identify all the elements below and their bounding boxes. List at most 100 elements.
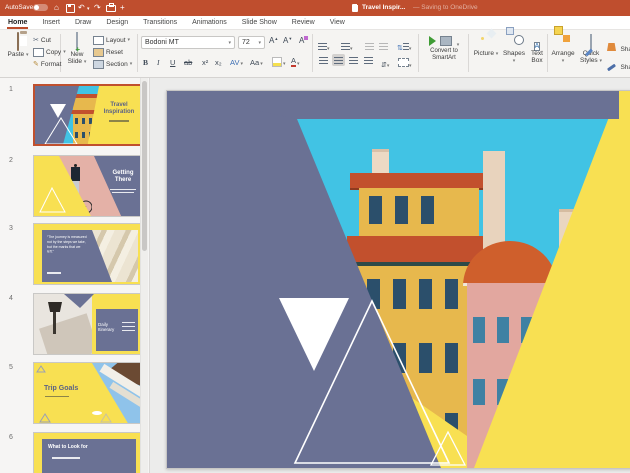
italic-button[interactable]: I [157,54,160,67]
print-icon[interactable] [106,5,116,12]
bullet-bar [122,322,135,323]
quick-styles-icon [590,34,592,53]
thumbnail-slide-2[interactable]: Getting There [33,155,143,217]
align-center-icon [334,57,343,64]
scrollbar-thumb[interactable] [142,81,147,251]
slide2-text-bar [110,189,136,190]
quick-styles-button[interactable]: Quick Styles ▾ [578,33,604,65]
increase-indent-icon [379,43,388,50]
thumbnail-scrollbar[interactable] [140,78,148,473]
powerpoint-window: AutoSave ⌂ ↶ ▾ ↷ + Travel Inspir... — Sa… [0,0,630,473]
underline-button[interactable]: U [170,54,175,67]
shape-fill-button[interactable]: Shape Fill [607,38,630,56]
align-right-button[interactable] [347,54,360,66]
white-filled-triangle[interactable] [279,298,349,371]
thumbnail-slide-5[interactable]: Trip Goals [33,362,143,424]
text-box-button[interactable]: A Text Box [527,33,547,64]
save-icon[interactable] [66,4,75,13]
tab-insert[interactable]: Insert [42,16,60,29]
arrange-button[interactable]: Arrange ▾ [550,33,576,64]
change-case-button[interactable]: Aa▾ [250,54,263,67]
character-spacing-button[interactable]: AV▾ [230,54,243,67]
superscript-button[interactable]: x² [202,54,208,67]
slide-number: 2 [9,157,13,164]
align-left-button[interactable] [317,54,330,66]
slide-small-buttons: Layout▾ Reset Section▾ [93,34,132,70]
thumbnail-slide-3[interactable]: “The journey is measured not by the step… [33,223,143,285]
autosave-toggle[interactable] [33,4,48,11]
tab-slideshow[interactable]: Slide Show [242,16,277,29]
font-color-button[interactable]: A▾ [291,54,300,67]
align-center-button[interactable] [332,54,345,66]
shape-outline-button[interactable]: Shape Outline [607,56,630,74]
ribbon-tab-bar: Home Insert Draw Design Transitions Anim… [0,16,630,30]
tab-design[interactable]: Design [106,16,128,29]
tab-transitions[interactable]: Transitions [143,16,177,29]
slide2-text-bar [112,192,134,193]
slide6-title: What to Look for [48,444,128,450]
slide5-title: Trip Goals [44,385,90,393]
clear-formatting-button[interactable]: A [299,36,308,45]
thumbnail-slide-6[interactable]: What to Look for [33,432,143,473]
lamp-head [48,302,62,312]
bullet-bar [122,330,135,331]
shapes-button[interactable]: Shapes ▾ [501,33,527,64]
bold-button[interactable]: B [143,54,148,67]
font-name-caret: ▾ [228,40,231,46]
reset-button[interactable]: Reset [93,46,132,58]
smartart-arrow-icon [429,36,436,46]
format-painter-button[interactable]: ✎Format [33,58,66,70]
line-spacing-button[interactable]: ⇅▾ [397,37,411,55]
tab-view[interactable]: View [330,16,345,29]
undo-icon[interactable]: ↶ [78,4,85,12]
paste-button[interactable]: Paste ▾ [5,33,31,58]
undo-dropdown-caret[interactable]: ▾ [87,6,90,12]
bullets-button[interactable]: ▾ [318,37,330,55]
document-title[interactable]: Travel Inspir... [362,4,405,11]
slide-thumbnail-panel: 1 Travel Inspiration 2 [0,78,149,473]
new-slide-button[interactable]: New Slide ▾ [63,33,91,66]
smartart-shape-icon [440,36,452,46]
title-bar: AutoSave ⌂ ↶ ▾ ↷ + Travel Inspir... — Sa… [0,0,630,16]
tab-animations[interactable]: Animations [192,16,227,29]
customize-toolbar-icon[interactable]: + [120,4,125,12]
text-direction-button[interactable]: ▾ [398,54,412,72]
increase-indent-button[interactable] [379,37,388,55]
tab-draw[interactable]: Draw [75,16,91,29]
convert-to-smartart-button[interactable]: ▾ Convert to SmartArt [420,33,468,62]
grow-font-button[interactable]: A▲ [269,36,278,45]
strikethrough-button[interactable]: ab [184,54,192,67]
decrease-indent-button[interactable] [365,37,374,55]
section-button[interactable]: Section▾ [93,58,132,70]
font-name-combo[interactable]: Bodoni MT▾ [141,36,235,49]
thumbnail-slide-4[interactable]: Daily Itinerary [33,293,143,355]
tab-home[interactable]: Home [8,16,27,29]
layout-button[interactable]: Layout▾ [93,34,132,46]
font-size-combo[interactable]: 72▾ [238,36,265,49]
columns-button[interactable]: ⇵▾ [381,54,389,72]
shrink-font-button[interactable]: A▼ [283,36,292,45]
justify-button[interactable] [362,54,375,66]
highlight-color-button[interactable]: ▾ [272,54,286,67]
home-icon[interactable]: ⌂ [54,4,59,12]
thumbnail-slide-1[interactable]: Travel Inspiration [33,84,143,146]
eraser-icon [304,36,308,40]
group-divider [312,34,313,72]
quote-attribution-bar [47,272,61,274]
lamp-post [53,312,56,334]
cut-button[interactable]: ✂Cut [33,34,66,46]
picture-button[interactable]: Picture ▾ [473,33,499,57]
slide1-title: Travel Inspiration [97,102,141,116]
toggle-knob [34,5,39,10]
slide-1-canvas[interactable] [166,90,630,469]
redo-icon[interactable]: ↷ [94,4,101,12]
numbering-button[interactable]: ▾ [341,37,353,55]
align-right-icon [349,57,358,64]
subscript-button[interactable]: x₂ [215,54,222,67]
tab-review[interactable]: Review [292,16,315,29]
copy-button[interactable]: Copy▾ [33,46,66,58]
new-slide-icon [76,32,78,51]
font-size-caret: ▾ [258,40,261,46]
group-divider [137,34,138,72]
slide-editing-canvas[interactable] [149,78,630,473]
